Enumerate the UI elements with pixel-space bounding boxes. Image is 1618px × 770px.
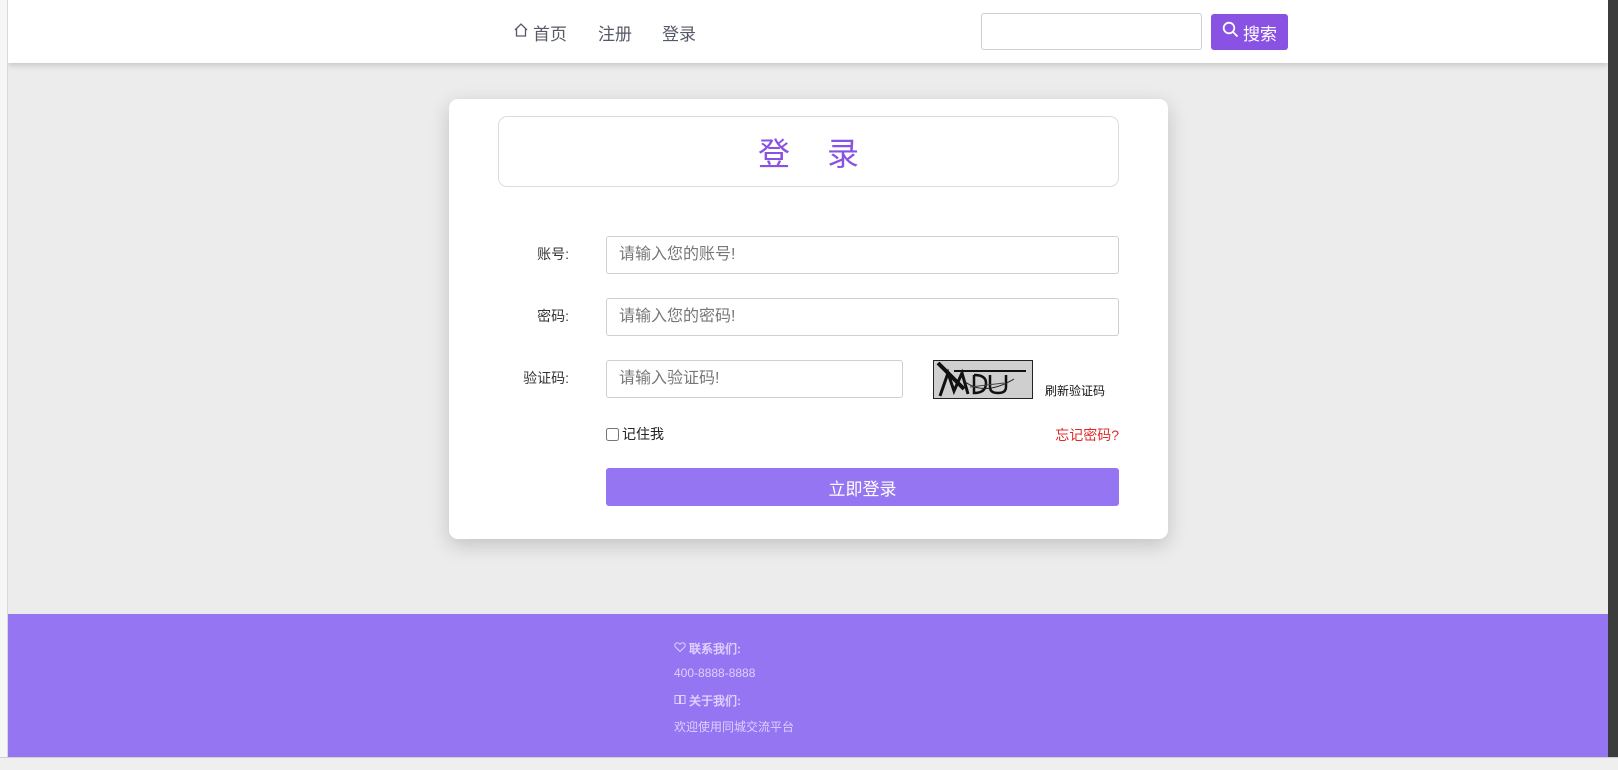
search-button[interactable]: 搜索 bbox=[1211, 14, 1288, 50]
forgot-password-link[interactable]: 忘记密码? bbox=[1004, 425, 1119, 445]
nav-item-label: 首页 bbox=[533, 25, 567, 44]
login-title-box: 登 录 bbox=[498, 116, 1119, 187]
account-input[interactable] bbox=[606, 236, 1119, 274]
password-label: 密码: bbox=[537, 308, 569, 324]
login-submit-button[interactable]: 立即登录 bbox=[606, 468, 1119, 506]
footer-contact-heading: 联系我们: bbox=[674, 640, 741, 657]
account-label: 账号: bbox=[537, 246, 569, 262]
remember-me[interactable]: 记住我 bbox=[606, 424, 664, 444]
nav-item-register[interactable]: 注册 bbox=[598, 20, 632, 45]
remember-me-checkbox[interactable] bbox=[606, 427, 619, 441]
footer-about-value: 欢迎使用同城交流平台 bbox=[674, 720, 795, 734]
login-card: 登 录 账号: 密码: 验证码: 刷新验证码 记住我 忘记密码? 立即登录 bbox=[449, 99, 1168, 539]
page: 首页 注册 登录 搜索 登 录 账号: 密码: 验证码: bbox=[8, 0, 1608, 757]
nav-item-login[interactable]: 登录 bbox=[662, 20, 696, 45]
footer-contact-value: 400-8888-8888 bbox=[674, 666, 756, 680]
footer-contact-heading-text: 联系我们: bbox=[689, 642, 741, 656]
password-input[interactable] bbox=[606, 298, 1119, 336]
left-window-edge bbox=[0, 0, 8, 770]
captcha-drawing bbox=[936, 361, 1026, 397]
nav-item-label: 登录 bbox=[662, 25, 696, 44]
nav-item-home[interactable]: 首页 bbox=[513, 20, 567, 45]
footer-about-heading-text: 关于我们: bbox=[689, 694, 741, 708]
search-icon bbox=[1222, 21, 1239, 43]
top-navbar: 首页 注册 登录 搜索 bbox=[8, 0, 1608, 63]
refresh-captcha-link[interactable]: 刷新验证码 bbox=[1045, 382, 1105, 399]
captcha-input[interactable] bbox=[606, 360, 903, 398]
search-input[interactable] bbox=[981, 13, 1202, 50]
bottom-window-edge bbox=[0, 757, 1618, 770]
footer: 联系我们: 400-8888-8888 关于我们: 欢迎使用同城交流平台 bbox=[8, 614, 1608, 757]
remember-me-label: 记住我 bbox=[622, 426, 664, 442]
nav-item-label: 注册 bbox=[598, 25, 632, 44]
captcha-image[interactable] bbox=[933, 360, 1033, 399]
heart-icon bbox=[674, 641, 686, 656]
captcha-label: 验证码: bbox=[523, 370, 569, 386]
login-title: 登 录 bbox=[758, 135, 873, 172]
book-icon bbox=[674, 693, 686, 708]
search-button-label: 搜索 bbox=[1243, 24, 1277, 44]
right-window-edge bbox=[1607, 0, 1618, 770]
home-icon bbox=[513, 22, 529, 43]
footer-about-heading: 关于我们: bbox=[674, 692, 741, 709]
